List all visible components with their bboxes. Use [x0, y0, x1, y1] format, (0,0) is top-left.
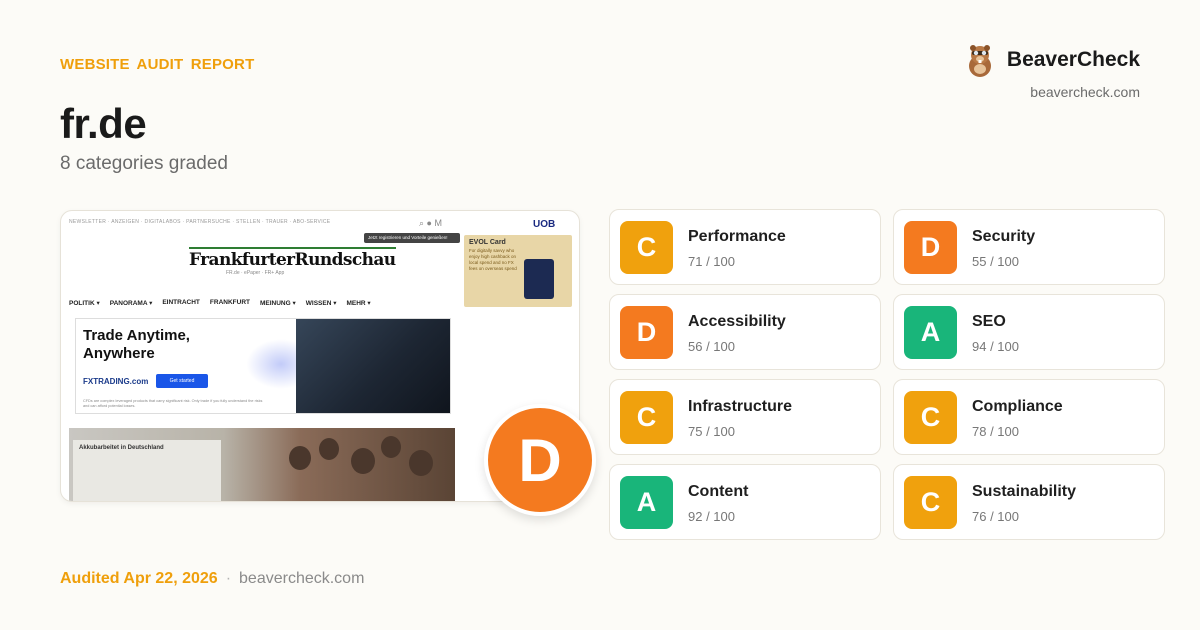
preview-evol-ad: EVOL Card For digitally savvy who enjoy … — [464, 235, 572, 307]
preview-evol-text: For digitally savvy who enjoy high cashb… — [469, 248, 517, 272]
category-card-accessibility: D Accessibility 56 / 100 — [609, 294, 881, 370]
category-card-infrastructure: C Infrastructure 75 / 100 — [609, 379, 881, 455]
categories-count: 8 categories graded — [60, 153, 228, 174]
category-score: 75 / 100 — [688, 424, 735, 439]
category-grid: C Performance 71 / 100 D Security 55 / 1… — [609, 209, 1165, 541]
category-name: SEO — [972, 313, 1006, 330]
preview-header-icons: ⌕ ● M — [419, 218, 442, 228]
brand-url: beavercheck.com — [1030, 84, 1140, 100]
preview-card-image — [524, 259, 554, 299]
preview-evol-title: EVOL Card — [469, 239, 506, 246]
preview-masthead: FrankfurterRundschau — [189, 247, 396, 270]
category-card-compliance: C Compliance 78 / 100 — [893, 379, 1165, 455]
preview-masthead-sub: FR.de · ePaper · FR+ App — [226, 270, 285, 276]
footer: Audited Apr 22, 2026 · beavercheck.com — [60, 570, 364, 588]
category-name: Performance — [688, 228, 786, 245]
grade-badge: C — [904, 391, 957, 444]
category-score: 56 / 100 — [688, 339, 735, 354]
preview-ad-logo: FXTRADING.com — [83, 377, 149, 386]
preview-ad-headline: Trade Anytime, Anywhere — [83, 327, 190, 363]
grade-badge: D — [620, 306, 673, 359]
preview-tooltip: Jetzt registrieren und Vorteile genießen… — [364, 233, 460, 243]
brand-row: BeaverCheck — [965, 42, 1140, 78]
preview-ad-disclaimer: CFDs are complex leveraged products that… — [83, 399, 263, 408]
grade-badge: A — [904, 306, 957, 359]
category-score: 55 / 100 — [972, 254, 1019, 269]
footer-url: beavercheck.com — [239, 570, 365, 587]
grade-badge: C — [904, 476, 957, 529]
preview-nav-item: FRANKFURT — [209, 299, 250, 306]
preview-photo-head — [409, 450, 433, 476]
category-score: 94 / 100 — [972, 339, 1019, 354]
grade-badge: A — [620, 476, 673, 529]
category-name: Accessibility — [688, 313, 786, 330]
category-card-content: A Content 92 / 100 — [609, 464, 881, 540]
preview-slide-title: Akkubarbeitet in Deutschland — [79, 445, 164, 451]
preview-nav-item: WISSEN ▾ — [305, 300, 337, 307]
preview-ad-photo — [296, 319, 450, 413]
grade-badge: C — [620, 221, 673, 274]
grade-badge: C — [620, 391, 673, 444]
preview-nav-item: POLITIK ▾ — [69, 300, 100, 307]
category-name: Sustainability — [972, 483, 1077, 500]
preview-nav-item: MEINUNG ▾ — [259, 300, 296, 307]
category-card-seo: A SEO 94 / 100 — [893, 294, 1165, 370]
category-name: Infrastructure — [688, 398, 793, 415]
category-name: Content — [688, 483, 749, 500]
overall-grade-badge: D — [484, 404, 596, 516]
brand: BeaverCheck beavercheck.com — [965, 42, 1140, 100]
preview-photo-head — [351, 448, 375, 474]
category-card-security: D Security 55 / 100 — [893, 209, 1165, 285]
preview-topbar: NEWSLETTER · ANZEIGEN · DIGITALABOS · PA… — [69, 219, 331, 225]
preview-photo-head — [319, 438, 339, 460]
grade-badge: D — [904, 221, 957, 274]
site-title: fr.de — [60, 100, 147, 147]
preview-article-photo: Akkubarbeitet in Deutschland — [69, 428, 455, 501]
category-name: Compliance — [972, 398, 1063, 415]
preview-ad-button: Get started — [156, 374, 208, 388]
footer-separator: · — [225, 570, 232, 587]
preview-nav-item: EINTRACHT — [162, 299, 200, 306]
beaver-icon — [968, 45, 991, 77]
eyebrow-label: WEBSITE AUDIT REPORT — [60, 56, 255, 73]
category-score: 92 / 100 — [688, 509, 735, 524]
preview-nav-item: MEHR ▾ — [346, 300, 371, 307]
category-card-performance: C Performance 71 / 100 — [609, 209, 881, 285]
category-card-sustainability: C Sustainability 76 / 100 — [893, 464, 1165, 540]
preview-photo-slide: Akkubarbeitet in Deutschland — [73, 440, 221, 501]
category-score: 76 / 100 — [972, 509, 1019, 524]
preview-trading-ad: Trade Anytime, Anywhere FXTRADING.com Ge… — [75, 318, 451, 414]
audit-date: Audited Apr 22, 2026 — [60, 570, 218, 587]
brand-name: BeaverCheck — [1006, 48, 1140, 71]
preview-nav-item: PANORAMA ▾ — [109, 300, 153, 307]
category-score: 71 / 100 — [688, 254, 735, 269]
preview-photo-head — [289, 446, 311, 470]
category-score: 78 / 100 — [972, 424, 1019, 439]
preview-photo-head — [381, 436, 401, 458]
preview-uob-logo: UOB — [533, 219, 556, 230]
preview-nav: POLITIK ▾ PANORAMA ▾ EINTRACHT FRANKFURT… — [69, 299, 371, 307]
category-name: Security — [972, 228, 1036, 245]
